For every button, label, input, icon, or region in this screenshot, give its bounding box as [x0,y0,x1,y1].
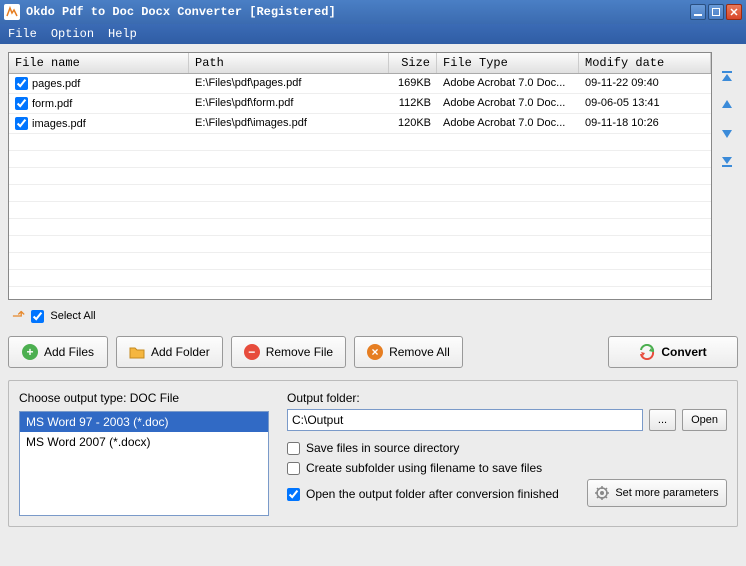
row-checkbox[interactable] [15,117,28,130]
open-after-checkbox[interactable] [287,488,300,501]
create-subfolder-label: Create subfolder using filename to save … [306,461,542,475]
table-row[interactable]: images.pdf E:\Files\pdf\images.pdf120KBAd… [9,114,711,134]
select-all-checkbox[interactable] [31,310,44,323]
row-filename: form.pdf [32,98,72,110]
minus-icon: − [244,344,260,360]
output-type-listbox[interactable]: MS Word 97 - 2003 (*.doc) MS Word 2007 (… [19,411,269,516]
row-date: 09-11-18 10:26 [579,114,711,133]
maximize-button[interactable] [708,4,724,20]
header-size[interactable]: Size [389,53,437,73]
row-path: E:\Files\pdf\images.pdf [189,114,389,133]
table-header: File name Path Size File Type Modify dat… [9,53,711,74]
menu-option[interactable]: Option [51,27,94,41]
add-folder-button[interactable]: Add Folder [116,336,223,368]
select-all-label: Select All [50,310,95,322]
row-size: 112KB [389,94,437,113]
add-files-button[interactable]: + Add Files [8,336,108,368]
header-filename[interactable]: File name [9,53,189,73]
restore-icon[interactable]: ⬏ [12,306,25,326]
output-folder-input[interactable] [287,409,643,431]
header-filetype[interactable]: File Type [437,53,579,73]
x-icon: × [367,344,383,360]
gear-icon [595,486,609,500]
minimize-button[interactable] [690,4,706,20]
titlebar: Okdo Pdf to Doc Docx Converter [Register… [0,0,746,24]
table-row[interactable]: form.pdf E:\Files\pdf\form.pdf112KBAdobe … [9,94,711,114]
browse-button[interactable]: ... [649,409,676,431]
row-size: 120KB [389,114,437,133]
header-path[interactable]: Path [189,53,389,73]
row-path: E:\Files\pdf\pages.pdf [189,74,389,93]
file-table[interactable]: File name Path Size File Type Modify dat… [8,52,712,300]
row-filename: pages.pdf [32,78,80,90]
reorder-arrows [718,52,738,300]
app-icon [4,4,20,20]
move-up-button[interactable] [718,96,736,114]
folder-icon [129,344,145,360]
convert-icon [639,344,655,360]
row-date: 09-06-05 13:41 [579,94,711,113]
row-type: Adobe Acrobat 7.0 Doc... [437,94,579,113]
row-type: Adobe Acrobat 7.0 Doc... [437,74,579,93]
row-date: 09-11-22 09:40 [579,74,711,93]
create-subfolder-checkbox[interactable] [287,462,300,475]
move-down-button[interactable] [718,124,736,142]
plus-icon: + [22,344,38,360]
open-folder-button[interactable]: Open [682,409,727,431]
row-size: 169KB [389,74,437,93]
save-in-source-label: Save files in source directory [306,441,459,455]
row-checkbox[interactable] [15,77,28,90]
save-in-source-checkbox[interactable] [287,442,300,455]
menu-file[interactable]: File [8,27,37,41]
output-type-label: Choose output type: DOC File [19,391,269,405]
output-type-option[interactable]: MS Word 2007 (*.docx) [20,432,268,452]
menubar: File Option Help [0,24,746,44]
row-path: E:\Files\pdf\form.pdf [189,94,389,113]
row-filename: images.pdf [32,118,86,130]
move-bottom-button[interactable] [718,152,736,170]
convert-button[interactable]: Convert [608,336,738,368]
table-row[interactable]: pages.pdf E:\Files\pdf\pages.pdf169KBAdob… [9,74,711,94]
output-type-option[interactable]: MS Word 97 - 2003 (*.doc) [20,412,268,432]
output-folder-label: Output folder: [287,391,727,405]
row-type: Adobe Acrobat 7.0 Doc... [437,114,579,133]
remove-file-button[interactable]: − Remove File [231,336,346,368]
move-top-button[interactable] [718,68,736,86]
row-checkbox[interactable] [15,97,28,110]
open-after-label: Open the output folder after conversion … [306,487,559,501]
close-button[interactable] [726,4,742,20]
set-parameters-button[interactable]: Set more parameters [587,479,727,507]
remove-all-button[interactable]: × Remove All [354,336,463,368]
window-title: Okdo Pdf to Doc Docx Converter [Register… [26,5,688,19]
menu-help[interactable]: Help [108,27,137,41]
header-date[interactable]: Modify date [579,53,711,73]
